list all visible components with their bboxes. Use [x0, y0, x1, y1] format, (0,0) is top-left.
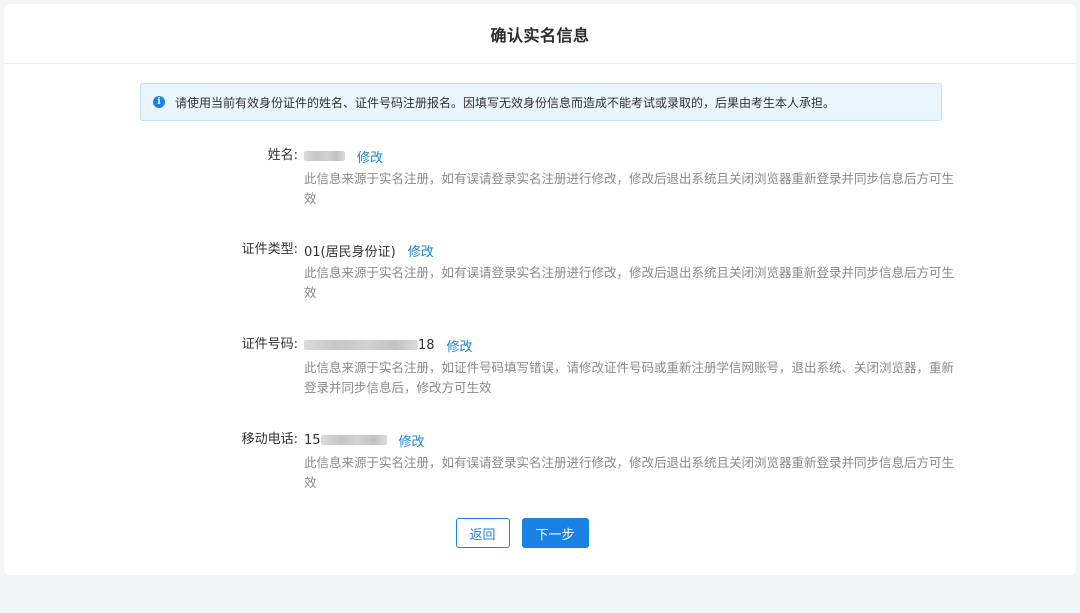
id-number-suffix: 18 [418, 337, 435, 353]
back-button[interactable]: 返回 [455, 518, 510, 548]
field-description: 此信息来源于实名注册，如有误请登录实名注册进行修改，修改后退出系统且关闭浏览器重… [304, 265, 955, 300]
confirm-card: 确认实名信息 i 请使用当前有效身份证件的姓名、证件号码注册报名。因填写无效身份… [4, 4, 1076, 575]
notice-banner: i 请使用当前有效身份证件的姓名、证件号码注册报名。因填写无效身份信息而造成不能… [140, 83, 942, 121]
masked-value [304, 151, 345, 161]
info-icon: i [153, 96, 165, 108]
masked-value [304, 340, 418, 350]
field-value: 18 修改 [304, 336, 473, 355]
next-step-button[interactable]: 下一步 [521, 518, 589, 548]
field-value: 15 修改 [304, 431, 425, 450]
notice-text: 请使用当前有效身份证件的姓名、证件号码注册报名。因填写无效身份信息而造成不能考试… [175, 95, 836, 110]
field-label: 证件类型: [241, 242, 298, 257]
field-description: 此信息来源于实名注册，如证件号码填写错误，请修改证件号码或重新注册学信网账号，退… [304, 360, 955, 395]
field-label: 姓名: [267, 148, 298, 163]
field-value: 修改 [304, 147, 383, 166]
action-buttons: 返回 下一步 [4, 518, 1076, 548]
id-type-value: 01(居民身份证) [304, 244, 396, 260]
field-description: 此信息来源于实名注册，如有误请登录实名注册进行修改，修改后退出系统且关闭浏览器重… [304, 171, 955, 206]
field-label: 移动电话: [241, 432, 298, 447]
page-header: 确认实名信息 [4, 4, 1076, 64]
masked-value [320, 435, 387, 445]
edit-id-number-link[interactable]: 修改 [447, 336, 473, 355]
edit-id-type-link[interactable]: 修改 [408, 241, 434, 260]
field-value: 01(居民身份证) 修改 [304, 241, 434, 260]
edit-mobile-link[interactable]: 修改 [399, 431, 425, 450]
field-description: 此信息来源于实名注册，如有误请登录实名注册进行修改，修改后退出系统且关闭浏览器重… [304, 455, 955, 490]
mobile-prefix: 15 [304, 432, 321, 448]
page-title: 确认实名信息 [490, 25, 590, 45]
edit-name-link[interactable]: 修改 [357, 147, 383, 166]
field-label: 证件号码: [241, 337, 298, 352]
